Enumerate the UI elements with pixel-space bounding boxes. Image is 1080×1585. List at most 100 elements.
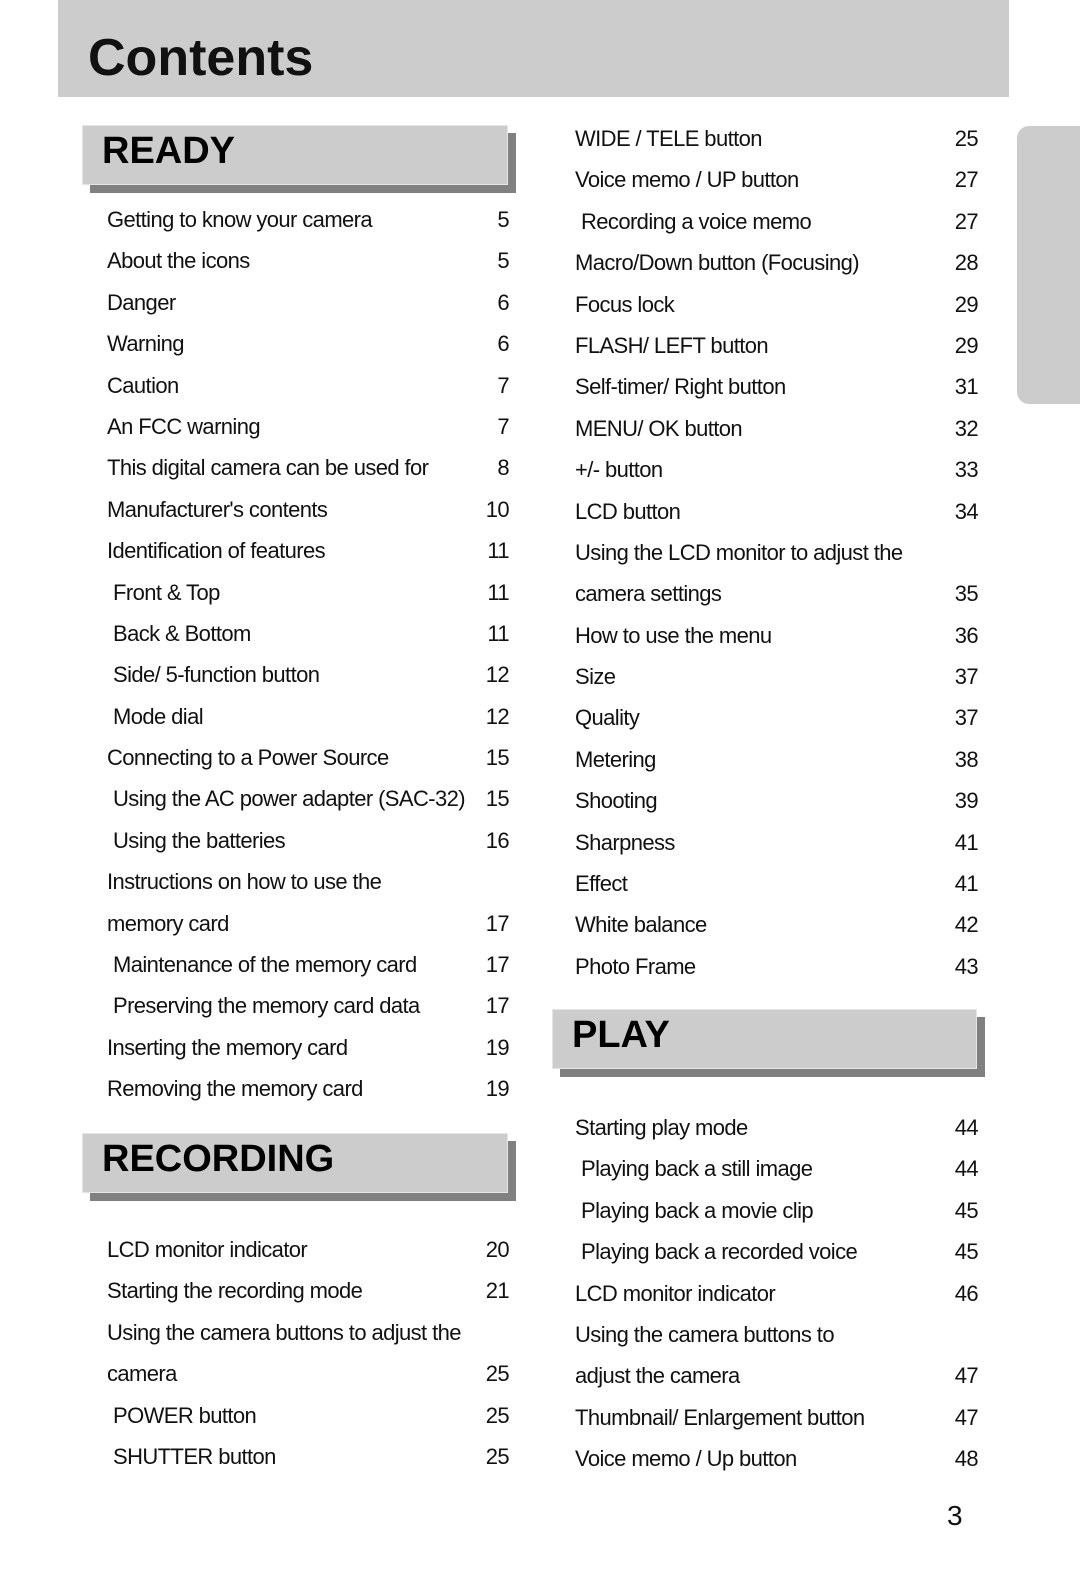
toc-entry-title: +/- button xyxy=(575,457,663,483)
section-heading-ready: READY xyxy=(102,130,236,172)
toc-entry[interactable]: Maintenance of the memory card 17 xyxy=(107,944,510,985)
toc-entry[interactable]: Self-timer/ Right button 31 xyxy=(575,366,979,407)
toc-entry-page: 8 xyxy=(497,455,509,481)
toc-entry-title: Macro/Down button (Focusing) xyxy=(575,250,860,276)
toc-entry[interactable]: Caution 7 xyxy=(107,365,510,406)
toc-entry-page: 29 xyxy=(954,291,979,317)
toc-entry[interactable]: Using the AC power adapter (SAC-32) 15 xyxy=(107,778,510,819)
toc-entry-title: LCD monitor indicator xyxy=(575,1280,776,1306)
toc-entry-page: 12 xyxy=(485,703,510,729)
toc-entry-page: 11 xyxy=(487,538,509,564)
toc-entry-page: 35 xyxy=(954,581,979,607)
toc-entry-title: Instructions on how to use the xyxy=(107,869,382,895)
toc-entry[interactable]: Photo Frame 43 xyxy=(575,946,979,987)
toc-entry-page: 28 xyxy=(954,250,979,276)
toc-entry-page: 25 xyxy=(485,1402,510,1428)
toc-entry[interactable]: Preserving the memory card data 17 xyxy=(107,985,510,1026)
toc-entry[interactable]: Side/ 5-function button 12 xyxy=(107,654,510,695)
toc-entry[interactable]: Voice memo / Up button 48 xyxy=(575,1438,979,1479)
toc-entry[interactable]: Using the LCD monitor to adjust the xyxy=(575,532,978,573)
toc-entry[interactable]: LCD button 34 xyxy=(575,491,979,532)
toc-entry-page: 15 xyxy=(485,786,510,812)
toc-entry-title: Inserting the memory card xyxy=(107,1034,348,1060)
toc-entry[interactable]: Mode dial 12 xyxy=(107,696,510,737)
toc-entry[interactable]: Focus lock 29 xyxy=(575,284,979,325)
toc-entry[interactable]: Playing back a still image 44 xyxy=(575,1148,979,1189)
toc-entry[interactable]: FLASH/ LEFT button 29 xyxy=(575,325,979,366)
toc-entry[interactable]: Using the camera buttons to xyxy=(575,1314,978,1355)
toc-entry-page: 25 xyxy=(954,126,979,151)
toc-entry[interactable]: camera 25 xyxy=(107,1353,510,1394)
toc-entry[interactable]: POWER button 25 xyxy=(107,1395,510,1436)
toc-entry[interactable]: Playing back a movie clip 45 xyxy=(575,1190,979,1231)
toc-entry-title: Thumbnail/ Enlargement button xyxy=(575,1404,865,1430)
toc-entry[interactable]: This digital camera can be used for 8 xyxy=(107,447,510,488)
toc-entry[interactable]: An FCC warning 7 xyxy=(107,406,510,447)
toc-entry[interactable]: Size 37 xyxy=(575,656,979,697)
toc-entry[interactable]: Playing back a recorded voice 45 xyxy=(575,1231,979,1272)
toc-entry[interactable]: SHUTTER button 25 xyxy=(107,1436,510,1477)
toc-entry[interactable]: Thumbnail/ Enlargement button 47 xyxy=(575,1397,979,1438)
toc-entry-page: 27 xyxy=(954,208,979,234)
section-header-play: PLAY xyxy=(552,1009,985,1077)
toc-entry-page: 19 xyxy=(485,1076,510,1102)
toc-entry[interactable]: Front & Top 11 xyxy=(107,572,510,613)
toc-entry[interactable]: LCD monitor indicator 46 xyxy=(575,1273,979,1314)
toc-entry[interactable]: Metering 38 xyxy=(575,739,979,780)
toc-entry[interactable]: Sharpness 41 xyxy=(575,822,979,863)
toc-entry[interactable]: Effect 41 xyxy=(575,863,979,904)
toc-entry[interactable]: Getting to know your camera 5 xyxy=(107,199,510,240)
toc-entry[interactable]: Instructions on how to use the xyxy=(107,861,509,902)
toc-entry[interactable]: camera settings 35 xyxy=(575,573,979,614)
toc-entry-page: 41 xyxy=(954,829,979,855)
toc-entry[interactable]: How to use the menu 36 xyxy=(575,615,979,656)
toc-entry-page: 39 xyxy=(954,788,979,814)
toc-entry[interactable]: memory card 17 xyxy=(107,903,510,944)
title-bar: Contents xyxy=(58,0,1009,97)
toc-entry[interactable]: +/- button 33 xyxy=(575,449,979,490)
toc-entry-title: WIDE / TELE button xyxy=(575,126,762,151)
section-heading-play: PLAY xyxy=(572,1014,670,1056)
toc-entry[interactable]: Voice memo / UP button 27 xyxy=(575,159,979,200)
toc-entry-title: LCD button xyxy=(575,498,681,524)
toc-entry[interactable]: Using the camera buttons to adjust the xyxy=(107,1312,509,1353)
chapter-side-tab xyxy=(1017,126,1080,404)
toc-entry[interactable]: Quality 37 xyxy=(575,697,979,738)
toc-entry[interactable]: Recording a voice memo 27 xyxy=(575,201,979,242)
toc-entry-title: An FCC warning xyxy=(107,413,261,439)
toc-entry[interactable]: adjust the camera 47 xyxy=(575,1355,979,1396)
toc-entry-title: LCD monitor indicator xyxy=(107,1237,308,1262)
toc-entry-page: 42 xyxy=(954,912,979,938)
toc-entry-title: Front & Top xyxy=(113,579,220,605)
toc-entry-title: Side/ 5-function button xyxy=(113,662,320,688)
toc-entry-title: Using the AC power adapter (SAC-32) xyxy=(113,786,466,812)
toc-list-recording-continued: WIDE / TELE button 25 Voice memo / UP butt… xyxy=(575,118,979,987)
toc-entry[interactable]: About the icons 5 xyxy=(107,240,510,281)
toc-entry-title: Back & Bottom xyxy=(113,620,251,646)
toc-entry[interactable]: Identification of features 11 xyxy=(107,530,510,571)
toc-entry[interactable]: Macro/Down button (Focusing) 28 xyxy=(575,242,979,283)
toc-entry[interactable]: Using the batteries 16 xyxy=(107,820,510,861)
toc-entry[interactable]: Manufacturer's contents 10 xyxy=(107,489,510,530)
toc-entry[interactable]: Starting the recording mode 21 xyxy=(107,1270,510,1311)
toc-entry[interactable]: Removing the memory card 19 xyxy=(107,1068,510,1109)
toc-entry-title: White balance xyxy=(575,912,707,938)
toc-entry[interactable]: LCD monitor indicator 20 xyxy=(107,1229,510,1270)
toc-entry[interactable]: Connecting to a Power Source 15 xyxy=(107,737,510,778)
toc-entry[interactable]: Shooting 39 xyxy=(575,780,979,821)
toc-list-play: Starting play mode 44 Playing back a still… xyxy=(575,1107,979,1480)
toc-entry-title: Using the camera buttons to xyxy=(575,1321,835,1347)
toc-entry[interactable]: Danger 6 xyxy=(107,282,510,323)
toc-entry-title: Voice memo / UP button xyxy=(575,167,799,193)
toc-entry-page: 45 xyxy=(954,1197,979,1223)
toc-entry-title: memory card xyxy=(107,910,229,936)
toc-entry[interactable]: White balance 42 xyxy=(575,904,979,945)
toc-entry[interactable]: WIDE / TELE button 25 xyxy=(575,118,979,159)
toc-entry[interactable]: Warning 6 xyxy=(107,323,510,364)
toc-list-recording: LCD monitor indicator 20 Starting the reco… xyxy=(107,1229,510,1477)
toc-entry-page: 27 xyxy=(954,167,979,193)
toc-entry[interactable]: MENU/ OK button 32 xyxy=(575,408,979,449)
toc-entry[interactable]: Inserting the memory card 19 xyxy=(107,1027,510,1068)
toc-entry[interactable]: Back & Bottom 11 xyxy=(107,613,510,654)
toc-entry[interactable]: Starting play mode 44 xyxy=(575,1107,979,1148)
